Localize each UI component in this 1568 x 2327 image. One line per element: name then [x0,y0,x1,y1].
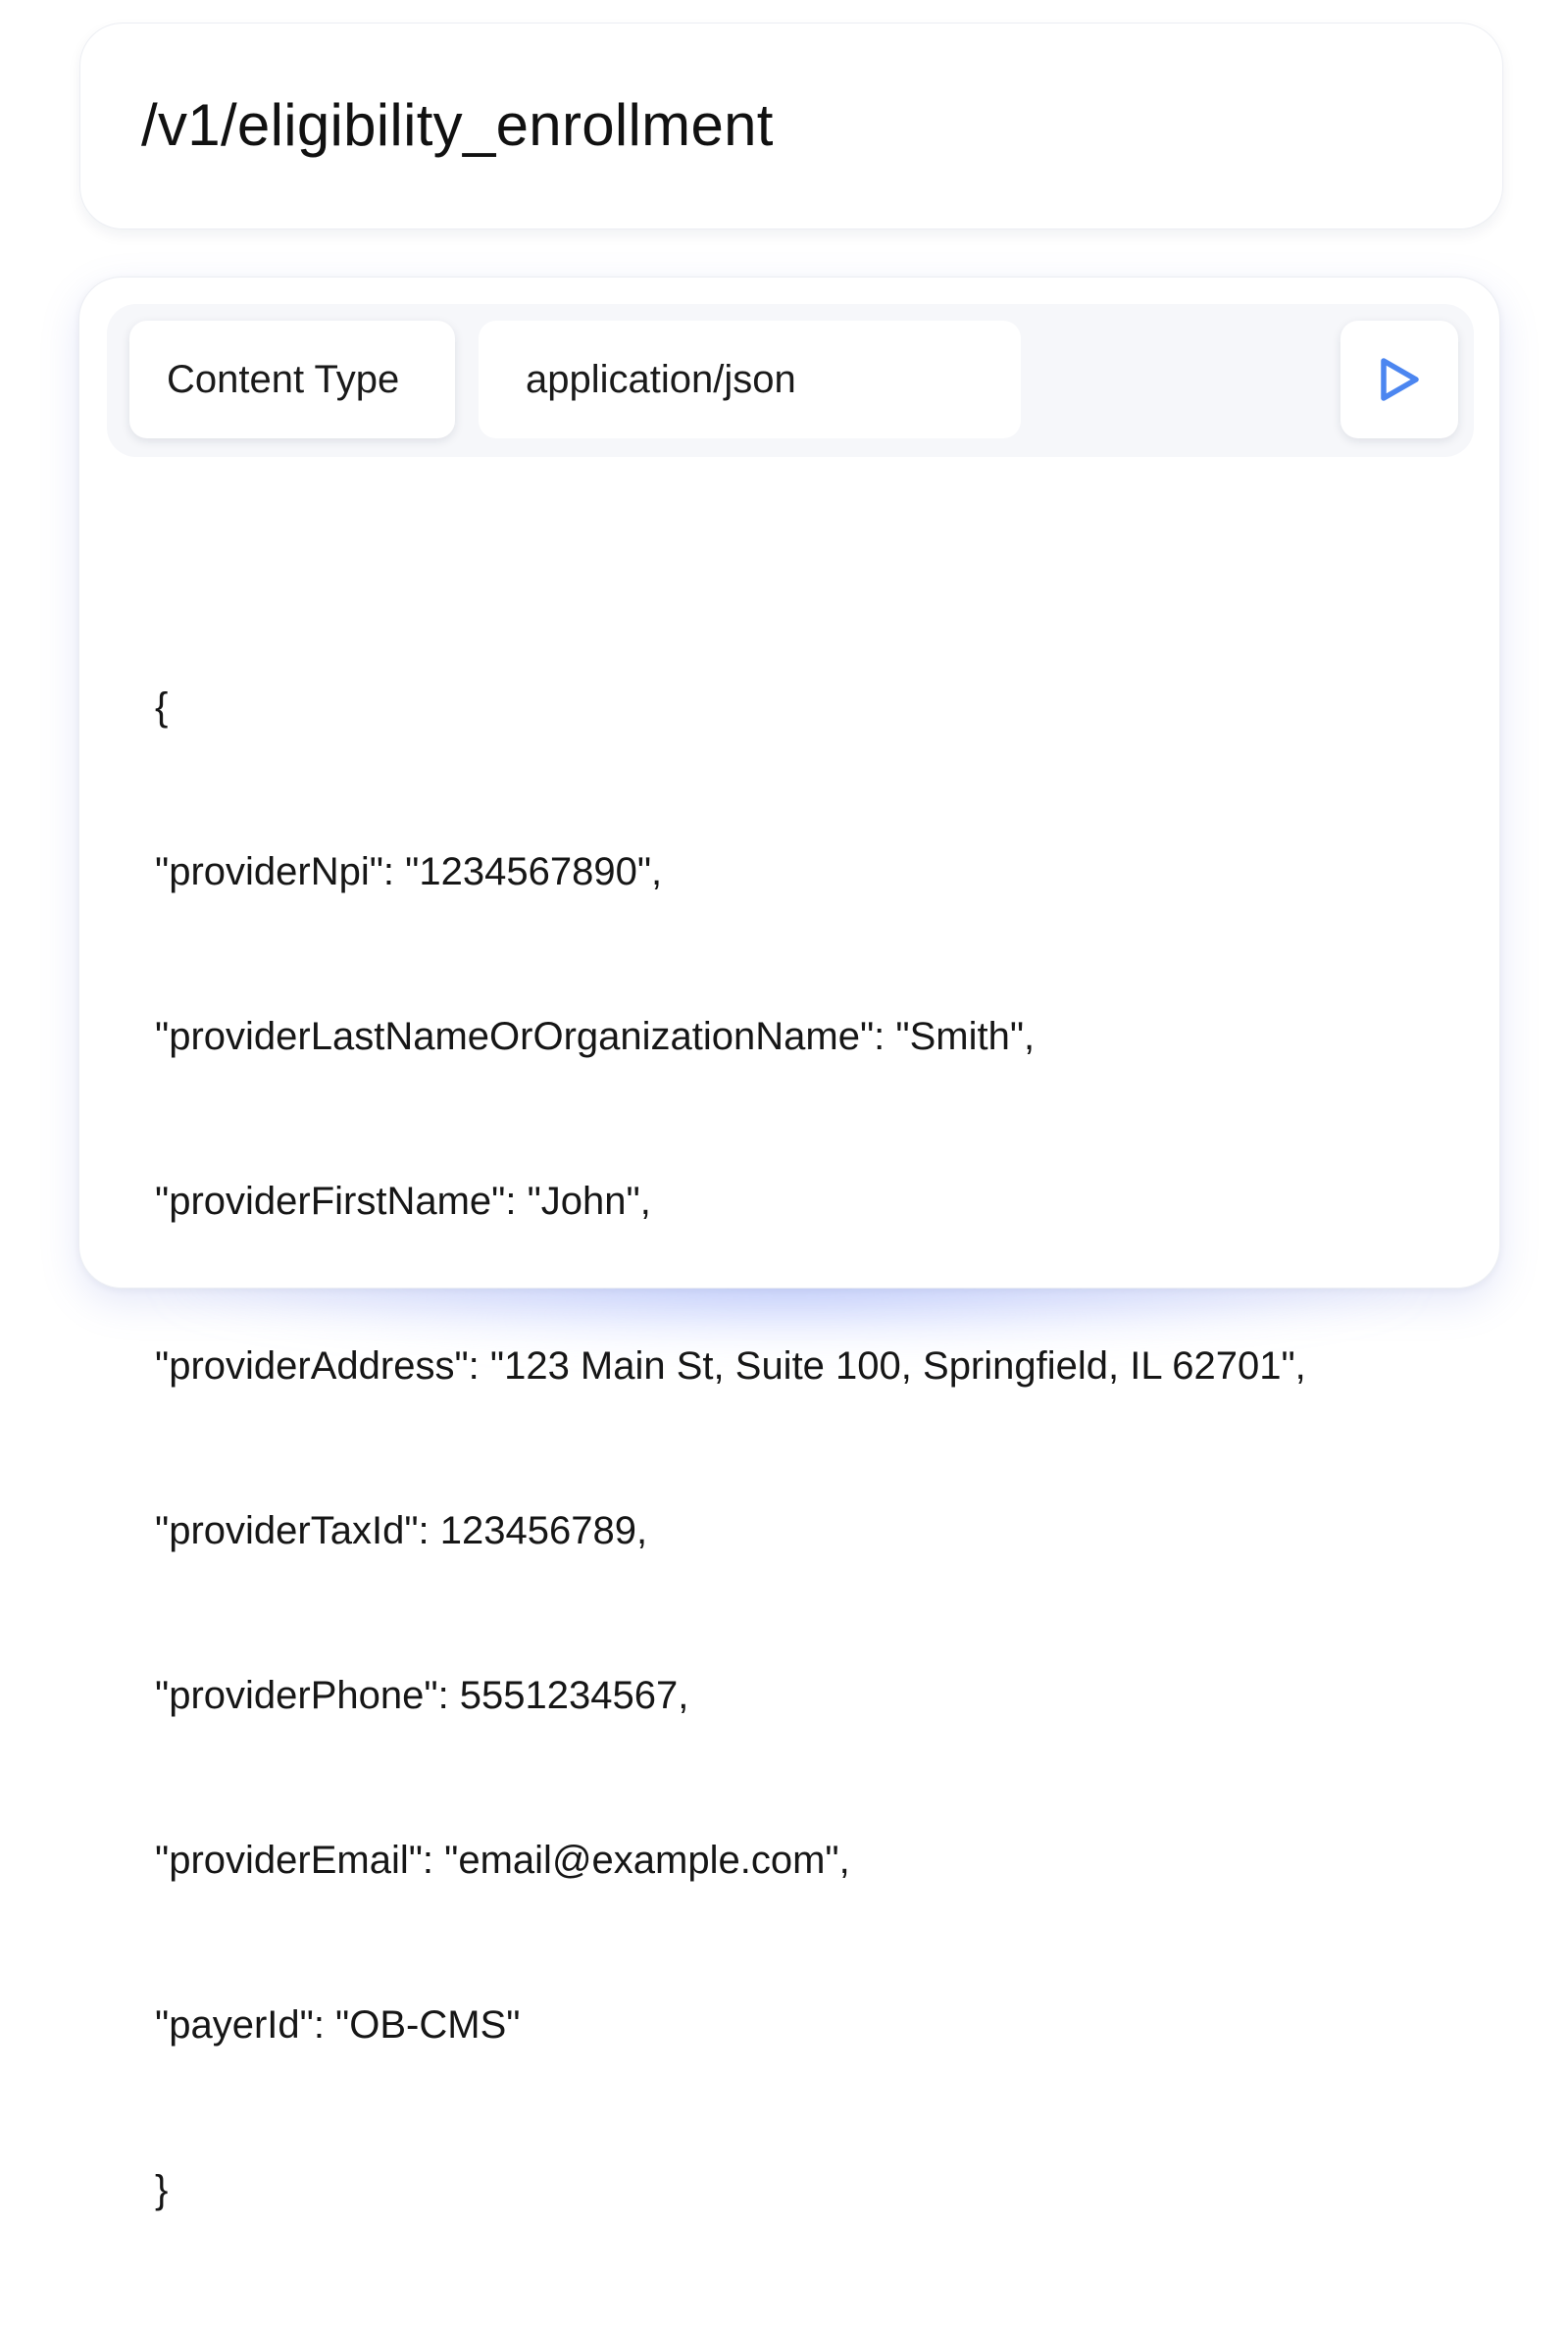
request-body[interactable]: { "providerNpi": "1234567890", "provider… [155,570,1306,2327]
endpoint-path: /v1/eligibility_enrollment [141,92,774,158]
request-body-line: { [155,685,169,729]
request-card: Content Type application/json { "provide… [78,277,1500,2211]
request-body-line: "providerNpi": "1234567890", [155,850,663,893]
request-body-line: "providerTaxId": 123456789, [155,1509,648,1552]
request-body-line: "payerId": "OB-CMS" [155,2003,521,2047]
endpoint-card: /v1/eligibility_enrollment [79,23,1503,229]
request-header-bar: Content Type application/json [107,304,1474,457]
request-body-line: "providerFirstName": "John", [155,1180,651,1223]
content-type-value: application/json [526,358,796,401]
content-type-label: Content Type [167,358,400,401]
request-body-line: } [155,2168,169,2211]
content-type-label-chip: Content Type [129,321,455,438]
request-body-line: "providerPhone": 5551234567, [155,1674,689,1717]
request-body-line: "providerLastNameOrOrganizationName": "S… [155,1015,1036,1058]
content-type-select[interactable]: application/json [479,321,1021,438]
request-body-line: "providerEmail": "email@example.com", [155,1839,850,1882]
play-icon [1381,358,1419,401]
run-request-button[interactable] [1340,321,1458,438]
request-body-line: "providerAddress": "123 Main St, Suite 1… [155,1344,1306,1388]
